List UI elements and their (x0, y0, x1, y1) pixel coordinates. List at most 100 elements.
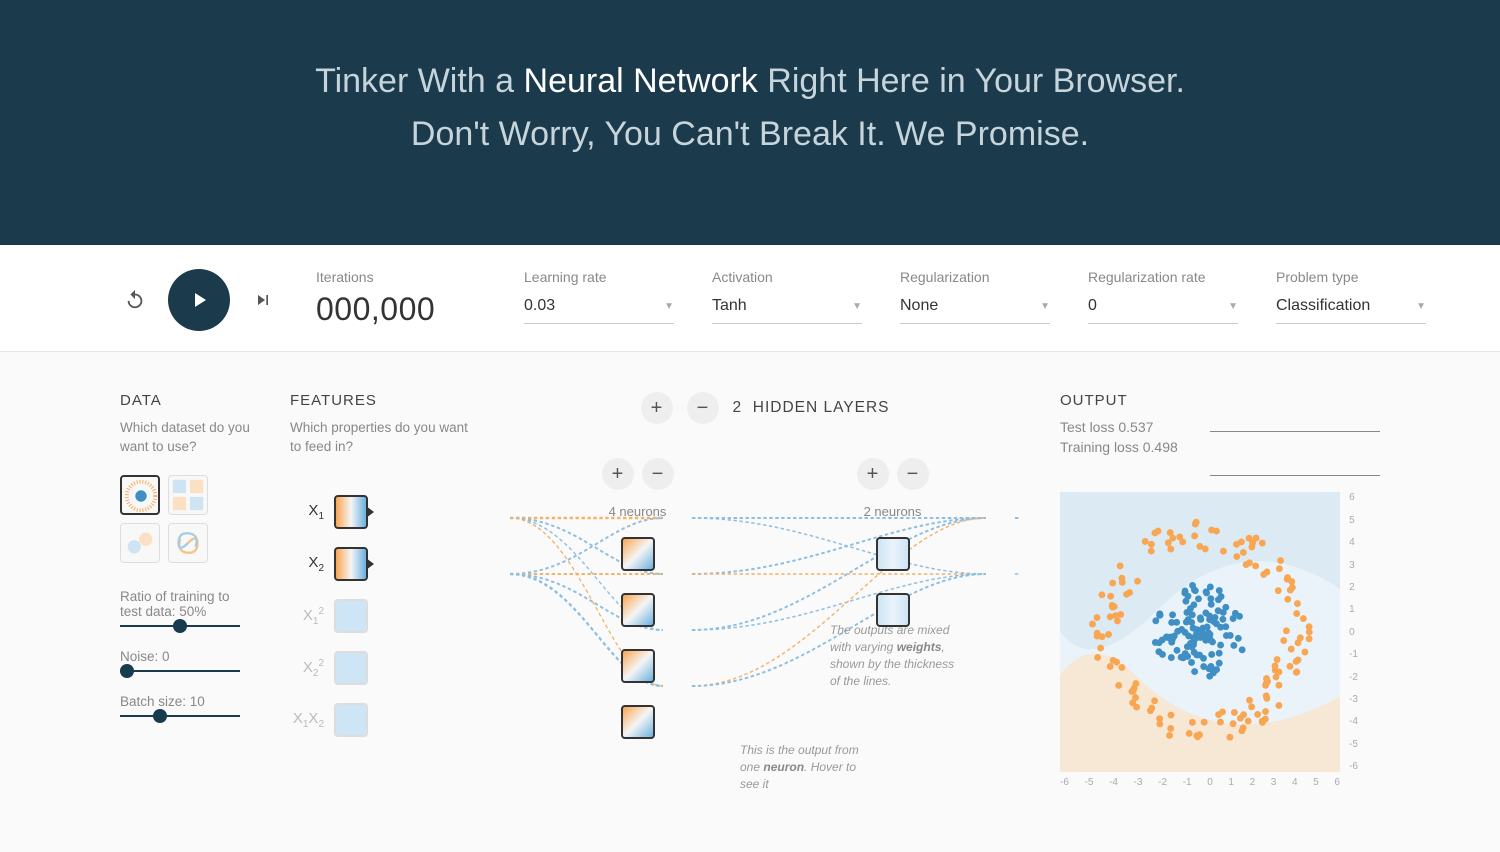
layer-2-count: 2 neurons (864, 504, 922, 519)
layer-1-count: 4 neurons (609, 504, 667, 519)
noise-slider[interactable] (120, 670, 240, 672)
output-scatter (1060, 492, 1340, 772)
test-loss-spark (1210, 392, 1380, 432)
training-loss: Training loss 0.498 (1060, 439, 1178, 455)
problem-type-label: Problem type (1276, 269, 1426, 285)
header-text: Right Here in Your Browser. (758, 62, 1185, 100)
feature-x1x2: X1X2 (290, 703, 470, 737)
reset-button[interactable] (120, 285, 150, 315)
feature-x1sq: X12 (290, 599, 470, 633)
feature-node-x1sq[interactable] (334, 599, 368, 633)
neuron[interactable] (621, 705, 655, 739)
y-axis-ticks: 6543210-1-2-3-4-5-6 (1349, 492, 1358, 772)
neuron[interactable] (621, 537, 655, 571)
learning-rate-select[interactable]: 0.03 ▼ (524, 291, 674, 324)
iterations-value: 000,000 (316, 291, 486, 328)
header-subtitle: Don't Worry, You Can't Break It. We Prom… (20, 108, 1480, 161)
skip-next-icon (253, 290, 273, 310)
iterations-label: Iterations (316, 269, 486, 285)
iterations-block: Iterations 000,000 (316, 269, 486, 328)
neuron[interactable] (621, 649, 655, 683)
network-header: + − 2 HIDDEN LAYERS (510, 392, 1020, 424)
caret-down-icon: ▼ (1040, 301, 1050, 312)
ratio-label: Ratio of training to test data: 50% (120, 589, 250, 619)
regularization-value: None (900, 297, 938, 315)
caret-down-icon: ▼ (1416, 301, 1426, 312)
callout-neuron: This is the output from one neuron. Hove… (740, 742, 870, 792)
data-subtitle: Which dataset do you want to use? (120, 419, 250, 457)
play-button[interactable] (168, 269, 230, 331)
feature-node-x1x2[interactable] (334, 703, 368, 737)
problem-type-block: Problem type Classification ▼ (1276, 269, 1426, 324)
train-loss-spark (1210, 436, 1380, 476)
batch-slider[interactable] (120, 715, 240, 717)
feature-label: X22 (290, 658, 324, 679)
dataset-gauss-icon (121, 524, 159, 562)
activation-label: Activation (712, 269, 862, 285)
regularization-rate-select[interactable]: 0 ▼ (1088, 291, 1238, 324)
neuron[interactable] (876, 593, 910, 627)
caret-down-icon: ▼ (664, 301, 674, 312)
page-header: Tinker With a Neural Network Right Here … (0, 0, 1500, 245)
ratio-slider[interactable] (120, 625, 240, 627)
hidden-layers-title: 2 HIDDEN LAYERS (733, 399, 890, 417)
layer-2-add-neuron[interactable]: + (857, 458, 889, 490)
step-button[interactable] (248, 285, 278, 315)
neuron[interactable] (876, 537, 910, 571)
learning-rate-label: Learning rate (524, 269, 674, 285)
main-area: DATA Which dataset do you want to use? (0, 352, 1500, 852)
neuron[interactable] (621, 593, 655, 627)
dataset-xor[interactable] (168, 475, 208, 515)
layer-1-add-neuron[interactable]: + (602, 458, 634, 490)
regularization-rate-label: Regularization rate (1088, 269, 1238, 285)
data-title: DATA (120, 392, 250, 409)
layer-1: + − 4 neurons (602, 458, 674, 739)
data-column: DATA Which dataset do you want to use? (120, 392, 250, 739)
feature-node-x1[interactable] (334, 495, 368, 529)
learning-rate-block: Learning rate 0.03 ▼ (524, 269, 674, 324)
layer-2-remove-neuron[interactable]: − (897, 458, 929, 490)
output-column: OUTPUT Test loss 0.537 Training loss 0.4… (1060, 392, 1380, 772)
layer-1-remove-neuron[interactable]: − (642, 458, 674, 490)
caret-down-icon: ▼ (1228, 301, 1238, 312)
dataset-circle-icon (122, 477, 160, 515)
regularization-rate-block: Regularization rate 0 ▼ (1088, 269, 1238, 324)
replay-icon (124, 289, 146, 311)
play-icon (187, 288, 211, 312)
regularization-rate-value: 0 (1088, 297, 1097, 315)
features-title: FEATURES (290, 392, 470, 409)
activation-value: Tanh (712, 297, 747, 315)
controls-bar: Iterations 000,000 Learning rate 0.03 ▼ … (0, 245, 1500, 352)
output-title: OUTPUT (1060, 392, 1178, 409)
dataset-spiral[interactable] (168, 523, 208, 563)
add-layer-button[interactable]: + (641, 392, 673, 424)
output-plot[interactable]: 6543210-1-2-3-4-5-6 -6-5-4-3-2-10123456 (1060, 492, 1340, 772)
regularization-select[interactable]: None ▼ (900, 291, 1050, 324)
dataset-spiral-icon (169, 524, 207, 562)
layer-2: + − 2 neurons (857, 458, 929, 739)
regularization-label: Regularization (900, 269, 1050, 285)
header-text: Tinker With a (315, 62, 523, 100)
feature-label: X1X2 (290, 710, 324, 730)
dataset-gauss[interactable] (120, 523, 160, 563)
dataset-circle[interactable] (120, 475, 160, 515)
caret-down-icon: ▼ (852, 301, 862, 312)
header-bold: Neural Network (524, 62, 758, 100)
activation-select[interactable]: Tanh ▼ (712, 291, 862, 324)
feature-label: X1 (290, 502, 324, 522)
features-subtitle: Which properties do you want to feed in? (290, 419, 470, 457)
x-axis-ticks: -6-5-4-3-2-10123456 (1060, 777, 1340, 788)
layers-row: + − 4 neurons + − 2 neurons (510, 458, 1020, 739)
problem-type-select[interactable]: Classification ▼ (1276, 291, 1426, 324)
test-loss: Test loss 0.537 (1060, 419, 1178, 435)
remove-layer-button[interactable]: − (687, 392, 719, 424)
feature-x1: X1 (290, 495, 470, 529)
regularization-block: Regularization None ▼ (900, 269, 1050, 324)
feature-node-x2sq[interactable] (334, 651, 368, 685)
dataset-xor-icon (169, 476, 207, 514)
playback-controls (120, 269, 278, 331)
feature-x2: X2 (290, 547, 470, 581)
feature-node-x2[interactable] (334, 547, 368, 581)
batch-label: Batch size: 10 (120, 694, 250, 709)
feature-x2sq: X22 (290, 651, 470, 685)
